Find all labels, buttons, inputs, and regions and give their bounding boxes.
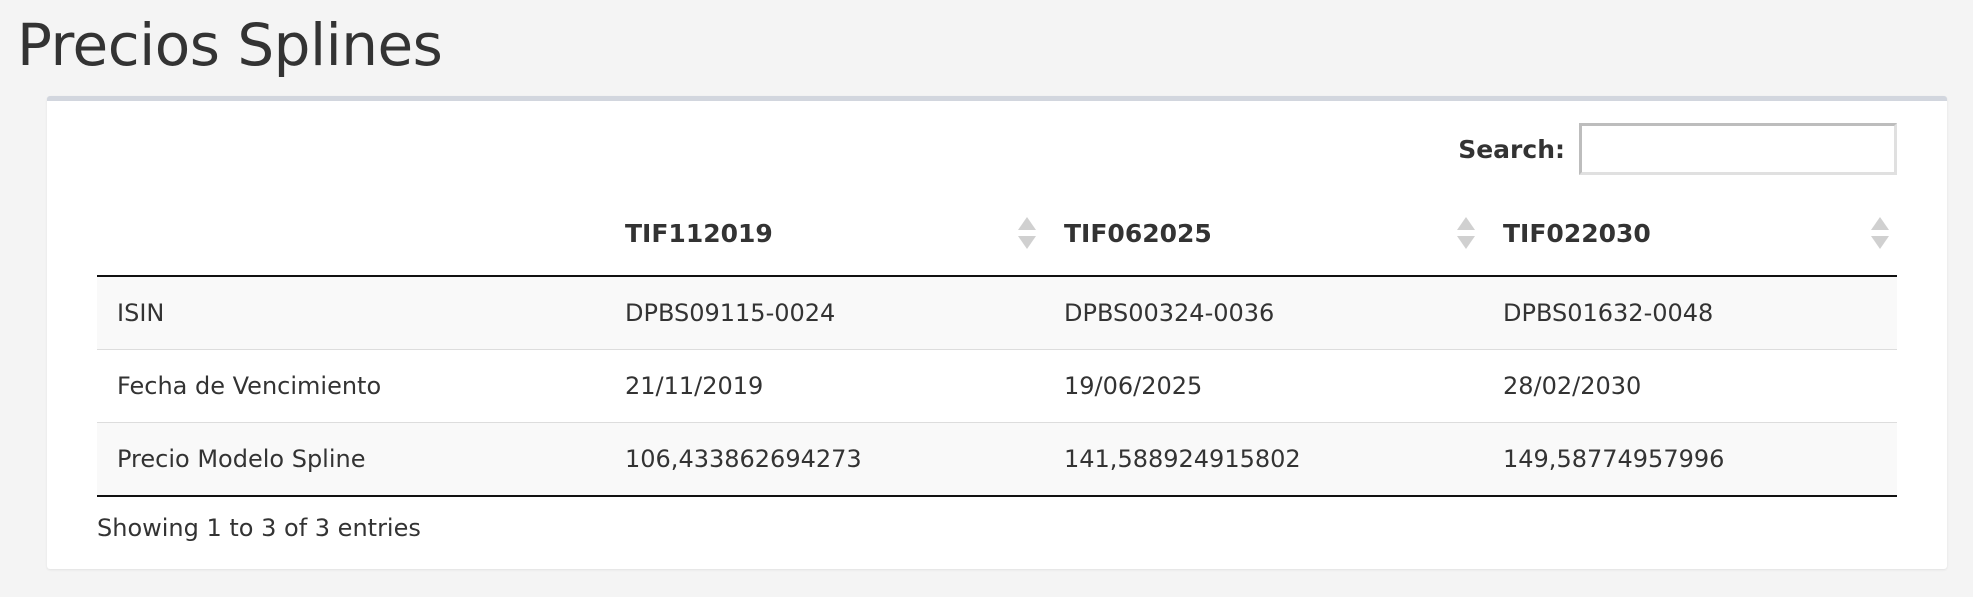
column-header-label: TIF062025 [1064, 218, 1212, 248]
table-cell: 19/06/2025 [1044, 349, 1483, 423]
column-header-rowlabel [97, 191, 605, 277]
table-row: Precio Modelo Spline 106,433862694273 14… [97, 422, 1897, 497]
table-cell: DPBS09115-0024 [605, 276, 1044, 350]
table-info: Showing 1 to 3 of 3 entries [97, 514, 421, 542]
table-cell: 149,58774957996 [1483, 422, 1897, 497]
data-table: TIF112019 TIF062025 TIF022030 ISIN DPBS0… [97, 191, 1897, 497]
sort-both-icon[interactable] [1871, 217, 1889, 249]
table-cell: 21/11/2019 [605, 349, 1044, 423]
table-header-row: TIF112019 TIF062025 TIF022030 [97, 191, 1897, 277]
table-cell: DPBS01632-0048 [1483, 276, 1897, 350]
table-cell: 106,433862694273 [605, 422, 1044, 497]
search-filter: Search: [1458, 123, 1897, 175]
table-cell: 141,588924915802 [1044, 422, 1483, 497]
search-input[interactable] [1579, 123, 1897, 175]
table-cell: Precio Modelo Spline [97, 422, 605, 497]
column-header-label: TIF022030 [1503, 218, 1651, 248]
page-title: Precios Splines [17, 11, 443, 79]
column-header-tif112019[interactable]: TIF112019 [605, 191, 1044, 277]
table-cell: ISIN [97, 276, 605, 350]
table-row: Fecha de Vencimiento 21/11/2019 19/06/20… [97, 349, 1897, 423]
column-header-tif062025[interactable]: TIF062025 [1044, 191, 1483, 277]
search-label: Search: [1458, 134, 1565, 164]
column-header-label: TIF112019 [625, 218, 773, 248]
sort-both-icon[interactable] [1018, 217, 1036, 249]
column-header-tif022030[interactable]: TIF022030 [1483, 191, 1897, 277]
datatable-box: Search: TIF112019 TIF062025 TIF022030 IS… [47, 96, 1947, 569]
table-row: ISIN DPBS09115-0024 DPBS00324-0036 DPBS0… [97, 276, 1897, 350]
sort-both-icon[interactable] [1457, 217, 1475, 249]
table-cell: DPBS00324-0036 [1044, 276, 1483, 350]
table-cell: Fecha de Vencimiento [97, 349, 605, 423]
table-cell: 28/02/2030 [1483, 349, 1897, 423]
